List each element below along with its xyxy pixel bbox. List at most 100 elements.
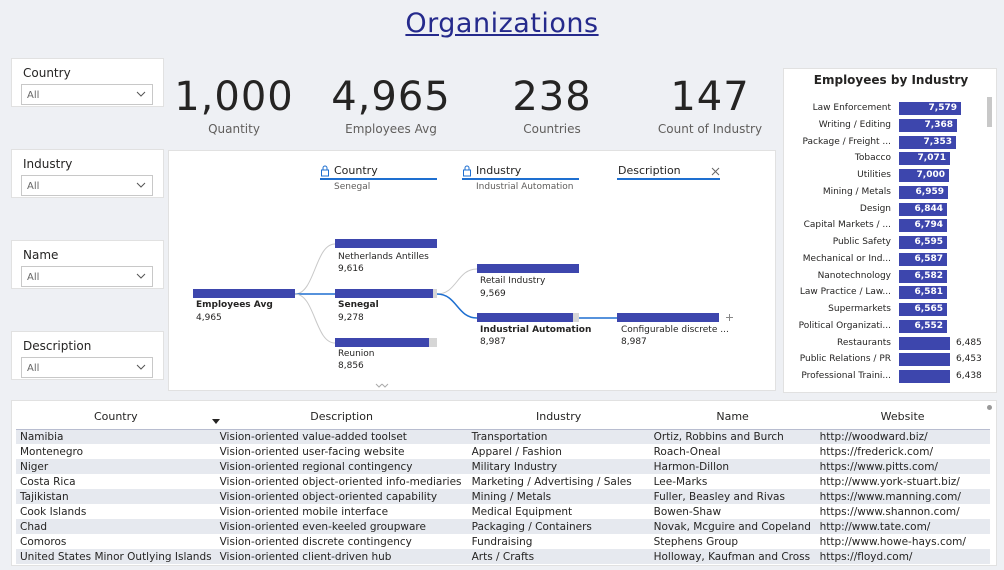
table-row[interactable]: United States Minor Outlying Islands Visi… [16, 549, 990, 564]
bar[interactable]: 7,071 [899, 152, 950, 166]
category-label: Utilities [857, 170, 891, 180]
bar[interactable]: 7,368 [899, 118, 957, 132]
chart-bar-row[interactable]: Restaurants 6,485 [784, 336, 994, 351]
bar[interactable]: 6,565 [899, 303, 947, 316]
tree-bar-industrial-automation[interactable] [477, 313, 573, 322]
chart-bar-row[interactable]: Writing / Editing 7,368 [784, 118, 994, 133]
bar[interactable]: 6,587 [899, 252, 947, 266]
chart-bar-row[interactable]: Supermarkets 6,565 [784, 303, 994, 317]
tree-bar-senegal[interactable] [335, 289, 433, 298]
column-header-website[interactable]: Website [816, 405, 990, 429]
table-cell-name: Ortiz, Robbins and Burch [649, 429, 816, 444]
table-cell-name: Novak, Mcguire and Copeland [649, 519, 816, 534]
expand-plus-icon[interactable] [725, 313, 734, 322]
tree-node-label: Reunion [338, 349, 375, 359]
scrollbar[interactable] [987, 97, 992, 127]
table-cell-country: Niger [16, 459, 216, 474]
country-dropdown[interactable]: All [21, 84, 153, 105]
bar[interactable]: 6,581 [899, 286, 947, 300]
tree-node-value: 9,616 [338, 264, 364, 274]
data-label: 7,000 [916, 170, 945, 180]
tree-bar-retail-industry[interactable] [477, 264, 579, 273]
column-header-name[interactable]: Name [650, 405, 816, 429]
bar[interactable]: 7,353 [899, 135, 956, 149]
chart-bar-row[interactable]: Capital Markets / ... 6,794 [784, 219, 994, 233]
table-row[interactable]: Namibia Vision-oriented value-added tools… [16, 429, 990, 444]
kpi-label: Quantity [208, 122, 260, 136]
chart-bar-row[interactable]: Law Enforcement 7,579 [784, 102, 994, 116]
data-label: 7,368 [924, 119, 953, 130]
column-header-country[interactable]: Country [16, 405, 216, 429]
table-cell-website: http://www.york-stuart.biz/ [819, 475, 960, 488]
tree-bar-configurable-discrete[interactable] [617, 313, 719, 322]
chart-bar-row[interactable]: Law Practice / Law... 6,581 [784, 286, 994, 300]
chart-bar-row[interactable]: Design 6,844 [784, 202, 994, 217]
chart-bar-row[interactable]: Nanotechnology 6,582 [784, 269, 994, 284]
kpi-label: Countries [523, 122, 581, 136]
bar[interactable]: 6,552 [899, 319, 947, 333]
table-row[interactable]: Niger Vision-oriented regional contingenc… [16, 459, 990, 474]
tree-bar-netherlands-antilles[interactable] [335, 239, 437, 248]
category-label: Public Relations / PR [799, 354, 891, 365]
table-row[interactable]: Montenegro Vision-oriented user-facing we… [16, 444, 990, 459]
data-label: 7,353 [923, 136, 952, 147]
category-label: Writing / Editing [818, 119, 891, 130]
bar[interactable]: 7,000 [899, 169, 949, 182]
table-cell-country: Comoros [20, 535, 67, 548]
chart-bar-row[interactable]: Package / Freight ... 7,353 [784, 135, 994, 150]
tree-node-label: Employees Avg [196, 300, 273, 310]
table-row[interactable]: Chad Vision-oriented even-keeled groupwar… [16, 519, 990, 534]
table-cell-website: http://www.tate.com/ [815, 519, 990, 534]
table-cell-website: https://frederick.com/ [819, 445, 934, 458]
table-cell-name: Harmon-Dillon [649, 459, 816, 474]
category-label: Capital Markets / ... [803, 220, 891, 231]
bar[interactable]: 6,582 [899, 269, 947, 283]
table-cell-website: http://www.howe-hays.com/ [819, 535, 966, 548]
description-dropdown[interactable]: All [21, 357, 153, 378]
bar[interactable]: 6,959 [899, 185, 948, 199]
table-cell-country: Costa Rica [20, 475, 76, 488]
table-cell-country: Tajikistan [16, 489, 216, 504]
tree-bar-root[interactable] [193, 289, 295, 298]
bar[interactable]: 7,579 [899, 102, 961, 115]
chart-bar-row[interactable]: Utilities 7,000 [784, 169, 994, 183]
chart-bar-row[interactable]: Mining / Metals 6,959 [784, 185, 994, 200]
chart-bar-row[interactable]: Mechanical or Ind... 6,587 [784, 252, 994, 267]
table-row[interactable]: Tajikistan Vision-oriented object-oriente… [16, 489, 990, 504]
chart-bar-row[interactable]: Tobacco 7,071 [784, 152, 994, 166]
chart-title: Employees by Industry [813, 73, 969, 87]
chart-bar-row[interactable]: Public Relations / PR 6,453 [784, 353, 994, 367]
data-label: 6,438 [956, 371, 982, 381]
table-row[interactable]: Costa Rica Vision-oriented object-oriente… [16, 474, 990, 489]
bar[interactable]: 6,794 [899, 219, 947, 233]
tree-bar-reunion[interactable] [335, 338, 429, 347]
column-header-description[interactable]: Description [216, 405, 468, 429]
data-label: 6,582 [914, 270, 943, 281]
slicer-industry[interactable]: Industry All [11, 149, 164, 198]
category-label: Restaurants [837, 337, 891, 348]
bar[interactable]: 6,595 [899, 236, 947, 249]
chevron-down-icon[interactable] [375, 383, 389, 391]
data-label: 6,595 [914, 237, 943, 247]
decomposition-tree[interactable]: Country Senegal Industry Industrial Auto… [168, 150, 776, 391]
table-row[interactable]: Comoros Vision-oriented discrete continge… [16, 534, 990, 549]
chart-bar-row[interactable]: Political Organizati... 6,552 [784, 319, 994, 334]
name-dropdown[interactable]: All [21, 266, 153, 287]
slicer-label: Description [23, 339, 92, 353]
kpi-value: 238 [512, 74, 592, 120]
bar[interactable] [899, 370, 950, 383]
column-header-industry[interactable]: Industry [468, 405, 650, 429]
slicer-description[interactable]: Description All [11, 331, 164, 380]
slicer-country[interactable]: Country All [11, 58, 164, 107]
bar[interactable] [899, 336, 950, 350]
category-label: Mechanical or Ind... [802, 253, 891, 264]
slicer-name[interactable]: Name All [11, 240, 164, 289]
tree-node-value: 8,987 [621, 337, 647, 347]
industry-dropdown[interactable]: All [21, 175, 153, 196]
chart-bar-row[interactable]: Public Safety 6,595 [784, 236, 994, 250]
bar[interactable] [899, 353, 950, 367]
bar[interactable]: 6,844 [899, 202, 947, 216]
table-row[interactable]: Cook Islands Vision-oriented mobile inter… [16, 504, 990, 519]
chart-bar-row[interactable]: Professional Traini... 6,438 [784, 370, 994, 384]
table-cell-description: Vision-oriented discrete contingency [219, 535, 412, 548]
